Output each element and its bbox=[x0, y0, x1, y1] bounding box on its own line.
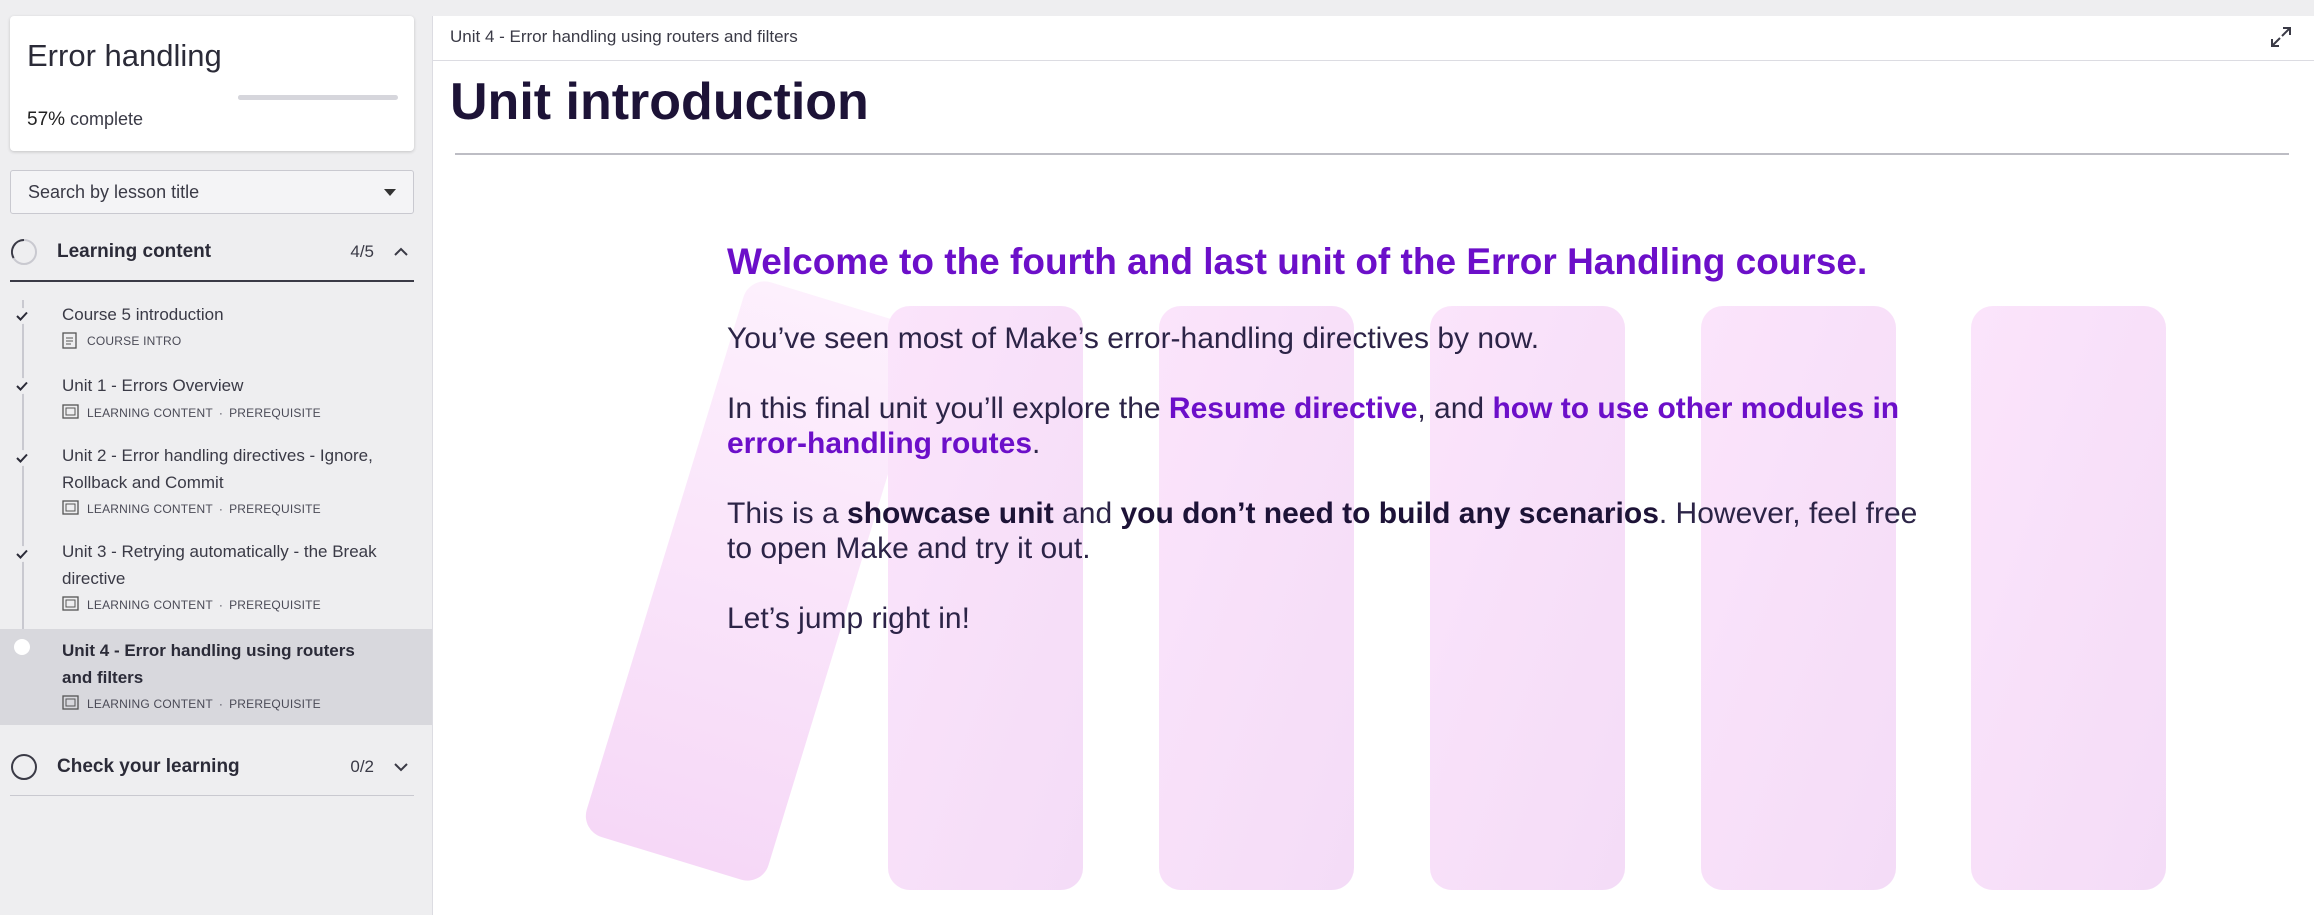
expand-icon[interactable] bbox=[2269, 25, 2293, 49]
paragraph-1: You’ve seen most of Make’s error-handlin… bbox=[727, 322, 1540, 355]
paragraph-3: This is a showcase unit and you don’t ne… bbox=[727, 496, 1927, 566]
search-placeholder: Search by lesson title bbox=[28, 181, 200, 202]
separator: · bbox=[218, 405, 224, 420]
chevron-down-icon bbox=[394, 760, 408, 774]
decorative-bar bbox=[1971, 306, 2166, 890]
sidebar: Error handling 57% complete Search by le… bbox=[0, 0, 432, 915]
lesson-body: Welcome to the fourth and last unit of t… bbox=[727, 241, 1927, 671]
section-title: Learning content bbox=[57, 241, 212, 262]
lesson-type: COURSE INTRO bbox=[87, 333, 182, 348]
separator: · bbox=[218, 597, 224, 612]
lesson-type: LEARNING CONTENT bbox=[87, 405, 213, 420]
bold-showcase-unit: showcase unit bbox=[847, 497, 1054, 530]
bold-no-scenarios: you don’t need to build any scenarios bbox=[1120, 497, 1659, 530]
lesson-search-dropdown[interactable]: Search by lesson title bbox=[10, 170, 414, 214]
welcome-heading: Welcome to the fourth and last unit of t… bbox=[727, 241, 1868, 282]
text: This is a bbox=[727, 497, 848, 530]
text: In this final unit you’ll explore the bbox=[727, 392, 1169, 425]
lesson-item-unit-4[interactable]: Unit 4 - Error handling using routers an… bbox=[0, 629, 432, 725]
slides-icon bbox=[62, 596, 79, 613]
lesson-type: LEARNING CONTENT bbox=[87, 501, 213, 516]
progress-bar bbox=[238, 95, 398, 100]
document-icon bbox=[62, 332, 79, 349]
lesson-meta: LEARNING CONTENT · PREREQUISITE bbox=[62, 500, 321, 517]
lesson-type: LEARNING CONTENT bbox=[87, 597, 213, 612]
text: . bbox=[1032, 427, 1041, 460]
lesson-type: LEARNING CONTENT bbox=[87, 696, 213, 711]
lesson-title: Unit 4 - Error handling using routers an… bbox=[62, 641, 355, 687]
lesson-prereq: PREREQUISITE bbox=[229, 501, 321, 516]
check-icon bbox=[14, 308, 30, 324]
incomplete-circle-icon bbox=[14, 639, 30, 655]
check-icon bbox=[14, 546, 30, 562]
lesson-meta: LEARNING CONTENT · PREREQUISITE bbox=[62, 596, 321, 613]
lesson-item-course-intro[interactable]: Course 5 introduction COURSE INTRO bbox=[0, 298, 432, 362]
empty-progress-circle-icon bbox=[10, 753, 38, 781]
lesson-item-unit-2[interactable]: Unit 2 - Error handling directives - Ign… bbox=[0, 442, 432, 532]
section-check-your-learning[interactable]: Check your learning 0/2 bbox=[10, 738, 414, 796]
separator: · bbox=[218, 501, 224, 516]
progress-percent: 57% bbox=[27, 109, 66, 130]
chevron-up-icon bbox=[394, 245, 408, 259]
paragraph-4: Let’s jump right in! bbox=[727, 602, 970, 635]
separator: · bbox=[218, 696, 224, 711]
lesson-title: Unit 2 - Error handling directives - Ign… bbox=[62, 446, 373, 492]
lesson-prereq: PREREQUISITE bbox=[229, 696, 321, 711]
lesson-title: Unit 1 - Errors Overview bbox=[62, 376, 244, 395]
lesson-title: Course 5 introduction bbox=[62, 305, 224, 324]
lesson-meta: LEARNING CONTENT · PREREQUISITE bbox=[62, 695, 321, 712]
check-icon bbox=[14, 378, 30, 394]
lesson-content-panel: Unit 4 - Error handling using routers an… bbox=[432, 16, 2314, 915]
course-progress-card: Error handling 57% complete bbox=[10, 16, 414, 151]
paragraph-2: In this final unit you’ll explore the Re… bbox=[727, 391, 1927, 461]
lesson-meta: COURSE INTRO bbox=[62, 332, 181, 349]
caret-down-icon bbox=[384, 188, 396, 196]
partial-progress-circle-icon bbox=[10, 238, 38, 266]
progress-label: 57% complete bbox=[27, 109, 143, 131]
content-topbar: Unit 4 - Error handling using routers an… bbox=[433, 16, 2314, 61]
title-divider bbox=[455, 153, 2289, 155]
page-title: Unit introduction bbox=[450, 73, 869, 131]
lesson-prereq: PREREQUISITE bbox=[229, 597, 321, 612]
lesson-item-unit-3[interactable]: Unit 3 - Retrying automatically - the Br… bbox=[0, 538, 432, 628]
lesson-meta: LEARNING CONTENT · PREREQUISITE bbox=[62, 404, 321, 421]
lesson-title: Unit 3 - Retrying automatically - the Br… bbox=[62, 542, 377, 588]
course-title: Error handling bbox=[27, 38, 222, 73]
breadcrumb: Unit 4 - Error handling using routers an… bbox=[450, 27, 798, 46]
progress-bar-fill bbox=[238, 95, 330, 100]
section-learning-content[interactable]: Learning content 4/5 bbox=[10, 224, 414, 282]
highlight-resume-directive: Resume directive bbox=[1168, 392, 1418, 425]
section-count: 4/5 bbox=[350, 242, 374, 261]
slides-icon bbox=[62, 404, 79, 421]
lesson-item-unit-1[interactable]: Unit 1 - Errors Overview LEARNING CONTEN… bbox=[0, 370, 432, 434]
text: , and bbox=[1417, 392, 1493, 425]
check-icon bbox=[14, 450, 30, 466]
section-title: Check your learning bbox=[57, 755, 240, 777]
progress-suffix: complete bbox=[65, 109, 144, 129]
section-count: 0/2 bbox=[350, 756, 374, 776]
slides-icon bbox=[62, 500, 79, 517]
text: and bbox=[1053, 497, 1121, 530]
lesson-prereq: PREREQUISITE bbox=[229, 405, 321, 420]
slides-icon bbox=[62, 695, 79, 712]
